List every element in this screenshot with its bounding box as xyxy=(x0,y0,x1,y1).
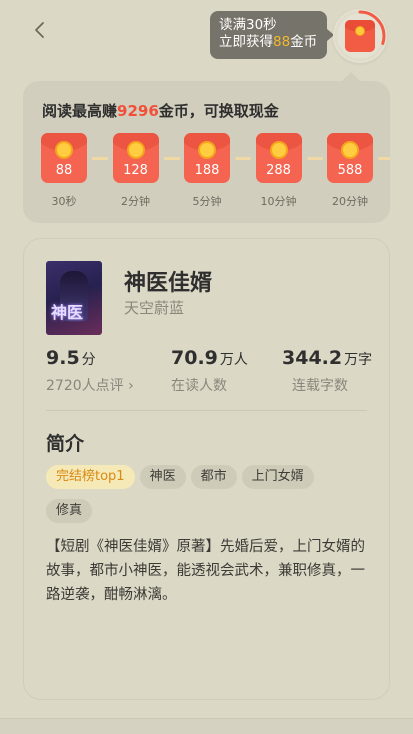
reward-amount: 128 xyxy=(123,163,148,178)
rewards-track: 88 30秒 128 2分钟 188 5分钟 288 10分钟 588 20分钟 xyxy=(23,133,390,223)
reward-time: 5分钟 xyxy=(192,195,222,208)
tag-chip[interactable]: 神医 xyxy=(139,465,186,489)
reward-time: 30秒 xyxy=(51,195,77,208)
rating-unit: 分 xyxy=(81,352,96,368)
reward-connector xyxy=(235,157,251,160)
book-description: 【短剧《神医佳婿》原著】先婚后爱，上门女婿的故事，都市小神医，能透视会武术，兼职… xyxy=(46,539,365,603)
chevron-right-icon: › xyxy=(128,378,134,394)
cover-title-text: 神医 xyxy=(51,303,84,322)
rating-value: 9.5 xyxy=(46,347,80,369)
tag-list: 完结榜top1 神医 都市 上门女婿修真 xyxy=(46,465,366,533)
words-label: 连载字数 xyxy=(292,378,348,394)
words-value: 344.2 xyxy=(282,347,343,369)
red-envelope-icon: 288 xyxy=(255,133,302,183)
book-title: 神医佳婿 xyxy=(124,271,213,296)
book-cover[interactable]: 神医 xyxy=(46,261,102,335)
reward-tooltip: 读满30秒 立即获得88金币 xyxy=(210,11,334,59)
divider xyxy=(46,410,367,411)
readers-stat: 70.9 万人 在读人数 xyxy=(171,347,248,395)
reading-timer-button[interactable] xyxy=(333,9,387,63)
tag-chip[interactable]: 都市 xyxy=(190,465,237,489)
coin-icon xyxy=(269,141,288,159)
reward-time: 2分钟 xyxy=(121,195,150,208)
back-button[interactable] xyxy=(28,18,50,42)
reward-amount: 288 xyxy=(266,163,291,178)
reward-time: 10分钟 xyxy=(260,195,297,208)
words-unit: 万字 xyxy=(344,352,373,368)
readers-unit: 万人 xyxy=(219,352,248,368)
rewards-title-prefix: 阅读最高赚 xyxy=(42,102,118,120)
coin-icon xyxy=(341,141,359,159)
tag-chip[interactable]: 完结榜top1 xyxy=(46,465,135,489)
red-envelope-icon: 188 xyxy=(184,133,230,183)
rating-stat[interactable]: 9.5 分 2720人点评 › xyxy=(46,347,134,395)
reading-rewards-panel: 阅读最高赚9296金币，可换取现金 88 30秒 128 2分钟 188 5分钟 288 10… xyxy=(23,72,390,223)
intro-title: 简介 xyxy=(46,433,85,455)
tooltip-coins: 88 xyxy=(273,34,291,50)
tooltip-line2: 立即获得88金币 xyxy=(219,34,327,51)
coin-icon xyxy=(126,141,145,159)
reward-time: 20分钟 xyxy=(332,195,368,208)
red-envelope-icon xyxy=(345,20,375,52)
rating-count: 2720人点评 › xyxy=(46,375,134,395)
reward-item[interactable]: 588 20分钟 xyxy=(327,133,373,209)
book-author[interactable]: 天空蔚蓝 xyxy=(124,297,184,318)
rewards-title: 阅读最高赚9296金币，可换取现金 xyxy=(42,100,279,121)
reward-amount: 588 xyxy=(337,163,363,178)
rewards-title-suffix: 金币，可换取现金 xyxy=(158,102,279,120)
readers-label: 在读人数 xyxy=(171,378,227,394)
rewards-max-amount: 9296 xyxy=(117,102,159,120)
red-envelope-icon: 128 xyxy=(112,133,159,183)
red-envelope-icon: 588 xyxy=(327,133,373,183)
readers-value: 70.9 xyxy=(171,347,218,369)
coin-icon xyxy=(198,141,216,159)
words-stat: 344.2 万字 连载字数 xyxy=(282,347,372,395)
reward-connector xyxy=(306,157,323,160)
rating-count-label: 2720人点评 xyxy=(46,378,124,394)
reward-connector xyxy=(378,157,390,160)
book-info-card: 神医 神医佳婿 天空蔚蓝 9.5 分 2720人点评 › 70.9 万人 在读人数 … xyxy=(23,238,390,700)
reward-connector xyxy=(163,157,180,160)
bottom-bar xyxy=(0,718,413,734)
reward-item[interactable]: 128 2分钟 xyxy=(112,133,159,209)
red-envelope-icon: 88 xyxy=(41,133,87,183)
reward-amount: 188 xyxy=(194,163,220,178)
tooltip-suffix: 金币 xyxy=(290,34,318,50)
reward-amount: 88 xyxy=(55,163,73,178)
tag-chip[interactable]: 上门女婿 xyxy=(241,465,314,489)
reward-connector xyxy=(92,157,108,160)
reward-item[interactable]: 188 5分钟 xyxy=(184,133,230,209)
chevron-left-icon xyxy=(35,22,44,38)
reward-item[interactable]: 288 10分钟 xyxy=(255,133,302,209)
tooltip-line1: 读满30秒 xyxy=(219,17,277,33)
tooltip-prefix: 立即获得 xyxy=(219,34,273,50)
reward-item[interactable]: 88 30秒 xyxy=(41,133,87,209)
tag-chip[interactable]: 修真 xyxy=(46,499,93,523)
coin-icon xyxy=(55,141,73,159)
